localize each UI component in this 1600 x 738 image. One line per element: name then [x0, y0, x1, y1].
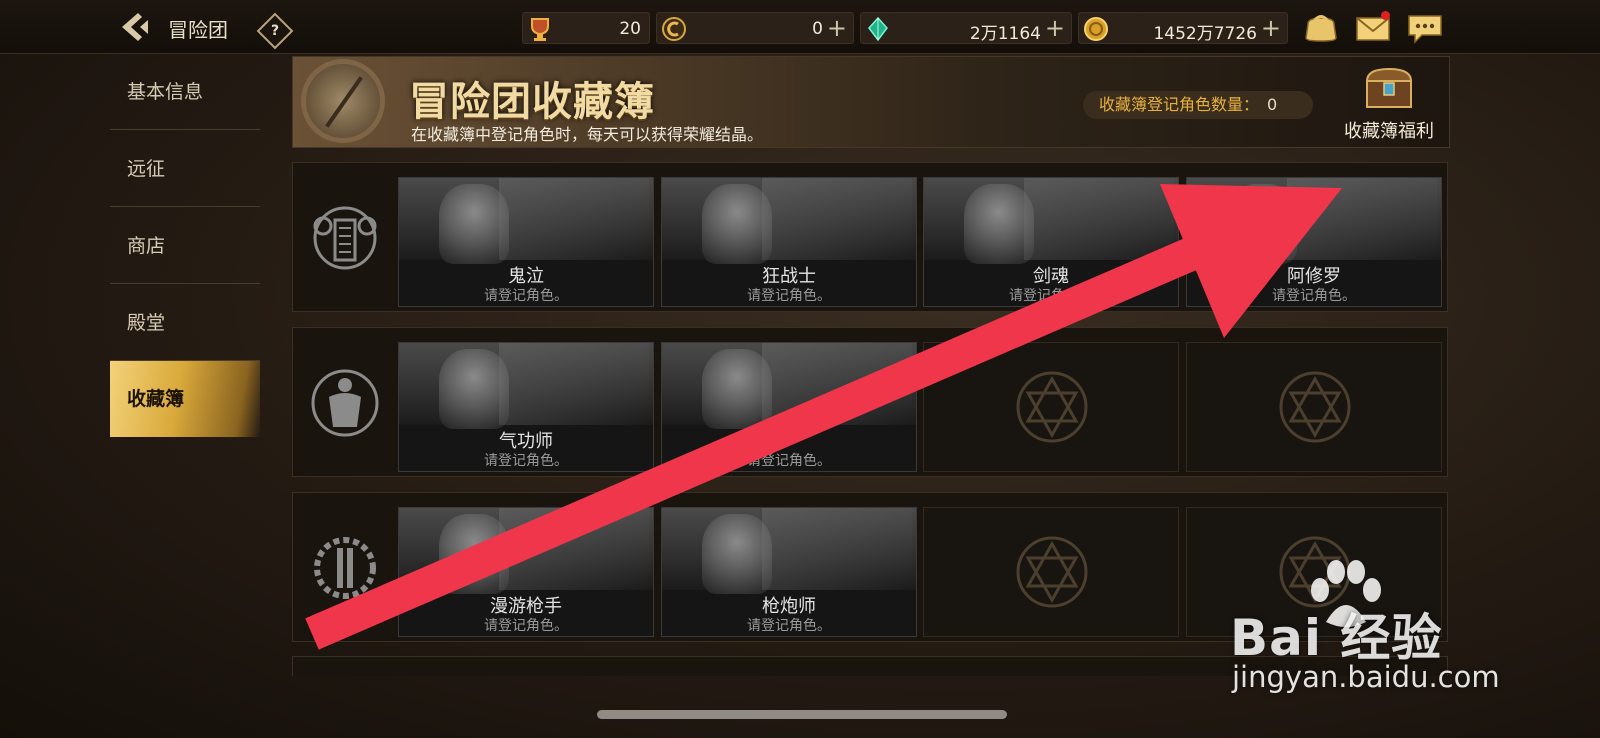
top-bar: 冒险团 ? 20 0 + 2万1164 + 1452万7726 +: [0, 0, 1600, 54]
class-row-slayer: 鬼泣 请登记角色。 狂战士 请登记角色。 剑魂 请登记角色。 阿修罗 请登记角色…: [292, 162, 1448, 312]
character-status: 请登记角色。: [484, 288, 568, 304]
banner-title: 冒险团收藏簿: [409, 79, 655, 125]
character-card[interactable]: 剑魂 请登记角色。: [923, 177, 1179, 307]
character-portrait: [924, 178, 1178, 264]
character-card[interactable]: 漫游枪手 请登记角色。: [398, 507, 654, 637]
crystal-value: 2万1164: [969, 24, 1041, 44]
empty-slot-card: [923, 507, 1179, 637]
character-card[interactable]: 气功师 请登记角色。: [398, 342, 654, 472]
character-status: 请登记角色。: [484, 618, 568, 634]
class-row-fighter: 气功师 请登记角色。 请登记角色。: [292, 327, 1448, 477]
gold-coin-icon: [1084, 17, 1108, 41]
help-button[interactable]: ?: [256, 12, 294, 50]
page-title: 冒险团: [168, 18, 228, 42]
trophy-icon: [531, 18, 549, 41]
collection-reward-label: 收藏簿福利: [1344, 121, 1434, 142]
trophy-currency: 20: [522, 12, 650, 44]
c-coin-add-button[interactable]: +: [827, 15, 847, 41]
empty-slot-card: [1186, 342, 1442, 472]
character-portrait: [399, 508, 653, 594]
character-card[interactable]: 狂战士 请登记角色。: [661, 177, 917, 307]
banner-subtitle: 在收藏簿中登记角色时，每天可以获得荣耀结晶。: [411, 125, 764, 144]
hexagram-seal-icon: [1016, 536, 1088, 608]
character-portrait: [1187, 178, 1441, 264]
crystal-add-button[interactable]: +: [1045, 15, 1065, 41]
treasure-chest-icon: [1365, 67, 1413, 108]
character-portrait: [662, 343, 916, 429]
c-coin-icon: [662, 17, 686, 41]
registered-count: 收藏簿登记角色数量： 0: [1083, 91, 1313, 119]
c-coin-currency: 0 +: [656, 12, 854, 44]
registered-count-label: 收藏簿登记角色数量：: [1099, 95, 1260, 114]
character-portrait: [662, 508, 916, 594]
sidebar-item-expedition[interactable]: 远征: [110, 131, 260, 207]
home-indicator[interactable]: [597, 710, 1007, 719]
slayer-emblem-icon: [313, 206, 377, 270]
registered-count-value: 0: [1267, 95, 1278, 114]
collection-reward-button[interactable]: 收藏簿福利: [1333, 59, 1445, 147]
sidebar-item-shop[interactable]: 商店: [110, 208, 260, 284]
hexagram-seal-icon: [1016, 371, 1088, 443]
character-status: 请登记角色。: [1272, 288, 1356, 304]
character-status: 请登记角色。: [484, 453, 568, 469]
mail-icon[interactable]: [1354, 11, 1392, 44]
character-portrait: [662, 178, 916, 264]
bag-icon[interactable]: [1302, 12, 1340, 44]
trophy-value: 20: [619, 19, 641, 39]
character-portrait: [399, 343, 653, 429]
help-icon: ?: [270, 23, 280, 39]
sidebar-item-hall[interactable]: 殿堂: [110, 285, 260, 361]
hexagram-seal-icon: [1279, 371, 1351, 443]
back-arrow-icon[interactable]: [118, 10, 154, 44]
character-card[interactable]: 阿修罗 请登记角色。: [1186, 177, 1442, 307]
collection-banner: 冒险团收藏簿 在收藏簿中登记角色时，每天可以获得荣耀结晶。 收藏簿登记角色数量：…: [292, 56, 1450, 148]
fighter-emblem-icon: [311, 369, 379, 437]
gold-add-button[interactable]: +: [1261, 15, 1281, 41]
gunner-emblem-icon: [314, 537, 376, 599]
character-card[interactable]: 请登记角色。: [661, 342, 917, 472]
c-coin-value: 0: [812, 19, 823, 39]
sidebar-item-collection[interactable]: 收藏簿: [110, 361, 260, 437]
compass-icon: [301, 59, 385, 143]
character-status: 请登记角色。: [747, 288, 831, 304]
character-status: 请登记角色。: [747, 453, 831, 469]
character-card[interactable]: 枪炮师 请登记角色。: [661, 507, 917, 637]
sidebar-item-basic-info[interactable]: 基本信息: [110, 54, 260, 130]
gold-currency: 1452万7726 +: [1078, 12, 1288, 44]
gold-value: 1452万7726: [1153, 24, 1257, 44]
watermark-url: jingyan.baidu.com: [1232, 660, 1500, 694]
character-portrait: [399, 178, 653, 264]
green-crystal-icon: [868, 16, 888, 42]
character-card[interactable]: 鬼泣 请登记角色。: [398, 177, 654, 307]
character-status: 请登记角色。: [747, 618, 831, 634]
chat-icon[interactable]: [1406, 12, 1444, 44]
character-status: 请登记角色。: [1009, 288, 1093, 304]
empty-slot-card: [923, 342, 1179, 472]
crystal-currency: 2万1164 +: [860, 12, 1072, 44]
mail-notification-dot: [1381, 11, 1390, 20]
